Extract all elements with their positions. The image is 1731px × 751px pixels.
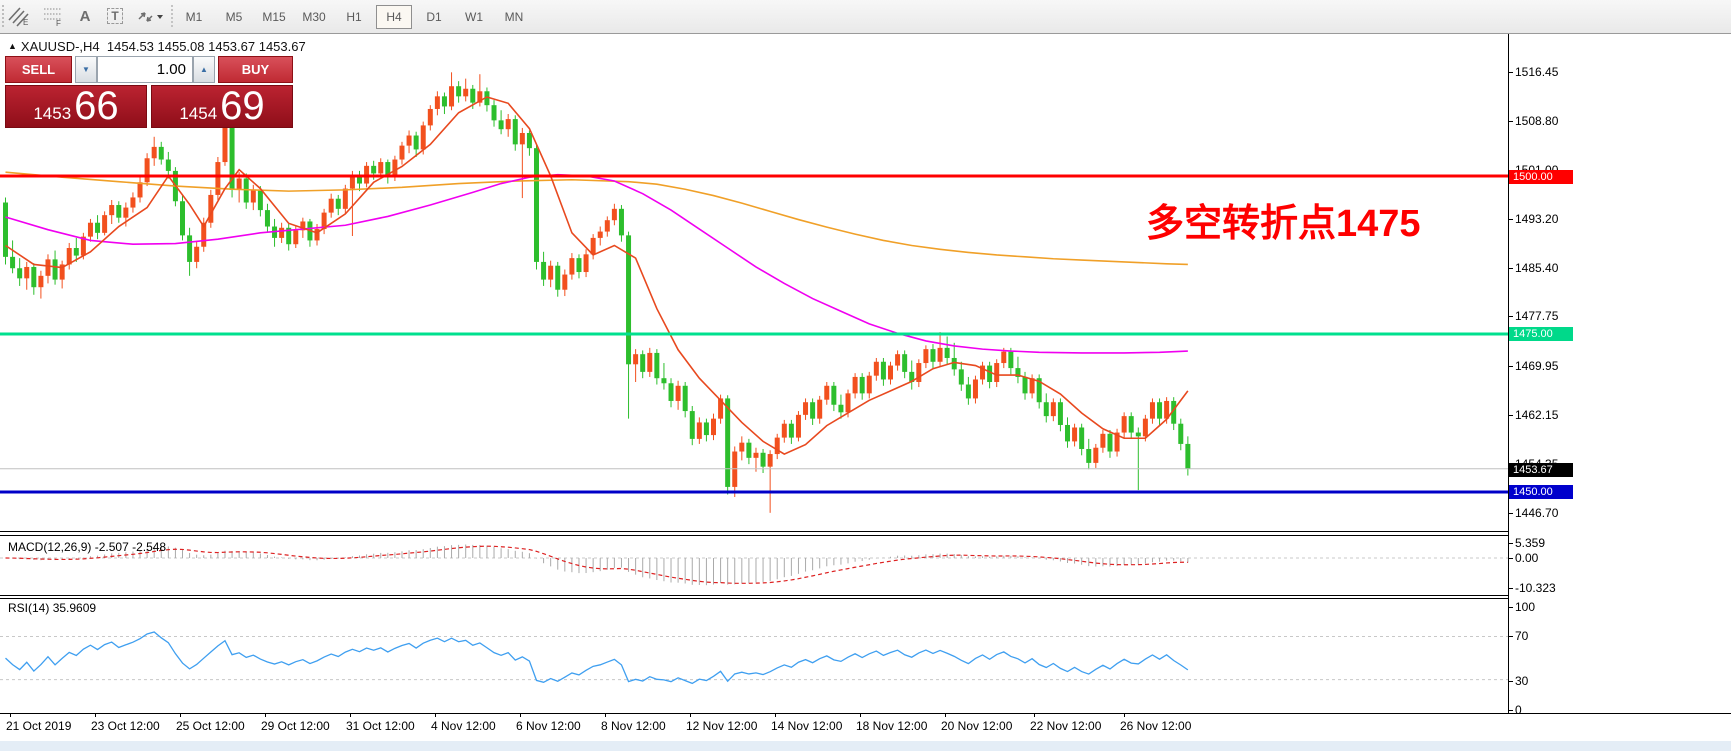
price-axis-tick (1508, 316, 1513, 317)
price-level-badge: 1453.67 (1509, 463, 1573, 477)
rsi-axis-tick (1508, 681, 1513, 682)
macd-axis-label: 5.359 (1515, 536, 1545, 550)
price-axis-tick (1508, 121, 1513, 122)
volume-decrease-button[interactable]: ▼ (75, 56, 97, 83)
price-axis-tick (1508, 268, 1513, 269)
price-axis-tick (1508, 366, 1513, 367)
macd-axis-tick (1508, 543, 1513, 544)
price-axis-label: 1485.40 (1515, 261, 1558, 275)
price-axis-tick (1508, 219, 1513, 220)
price-level-badge: 1475.00 (1509, 327, 1573, 341)
rsi-axis-label: 70 (1515, 629, 1528, 643)
sell-price-big: 66 (74, 86, 119, 126)
ma-fast-line (6, 97, 1188, 454)
macd-axis-label: 0.00 (1515, 551, 1538, 565)
chart-annotation-text: 多空转折点1475 (1146, 192, 1421, 247)
rsi-axis-label: 30 (1515, 674, 1528, 688)
price-axis-label: 1477.75 (1515, 309, 1558, 323)
rsi-axis-label: 100 (1515, 600, 1535, 614)
price-axis-label: 1516.45 (1515, 65, 1558, 79)
mt4-window: E F A T M1M5M15M30H1H4D1W1MN (0, 0, 1731, 751)
macd-axis-label: -10.323 (1515, 581, 1556, 595)
price-axis-label: 1469.95 (1515, 359, 1558, 373)
price-axis-tick (1508, 513, 1513, 514)
rsi-axis-tick (1508, 710, 1513, 711)
buy-button[interactable]: BUY (218, 56, 293, 83)
rsi-axis-tick (1508, 636, 1513, 637)
macd-axis-tick (1508, 588, 1513, 589)
one-click-trading-panel: SELL ▼ ▲ BUY 1453 66 1454 69 (5, 56, 293, 128)
price-axis-label: 1508.80 (1515, 114, 1558, 128)
symbol-timeframe-label: XAUUSD-,H4 (21, 39, 100, 54)
rsi-line (6, 632, 1188, 683)
buy-price-small: 1454 (179, 94, 217, 134)
price-axis-label: 1462.15 (1515, 408, 1558, 422)
volume-input[interactable] (97, 56, 193, 83)
buy-price-panel[interactable]: 1454 69 (151, 85, 293, 128)
rsi-indicator-label: RSI(14) 35.9609 (8, 601, 96, 615)
price-axis-tick (1508, 72, 1513, 73)
price-level-badge: 1500.00 (1509, 170, 1573, 184)
sell-button[interactable]: SELL (5, 56, 72, 83)
macd-indicator-label: MACD(12,26,9) -2.507 -2.548 (8, 540, 166, 554)
price-level-badge: 1450.00 (1509, 485, 1573, 499)
volume-increase-button[interactable]: ▲ (193, 56, 215, 83)
chart-title-bar: ▲ XAUUSD-,H4 1454.53 1455.08 1453.67 1453… (8, 39, 306, 54)
buy-price-big: 69 (220, 86, 265, 126)
sell-price-small: 1453 (33, 94, 71, 134)
ohlc-values: 1454.53 1455.08 1453.67 1453.67 (107, 39, 306, 54)
rsi-axis-tick (1508, 607, 1513, 608)
price-axis-label: 1493.20 (1515, 212, 1558, 226)
rsi-axis-label: 0 (1515, 703, 1522, 717)
collapse-triangle-icon[interactable]: ▲ (8, 41, 17, 51)
price-axis-tick (1508, 415, 1513, 416)
macd-axis-tick (1508, 558, 1513, 559)
price-axis-label: 1446.70 (1515, 506, 1558, 520)
sell-price-panel[interactable]: 1453 66 (5, 85, 147, 128)
